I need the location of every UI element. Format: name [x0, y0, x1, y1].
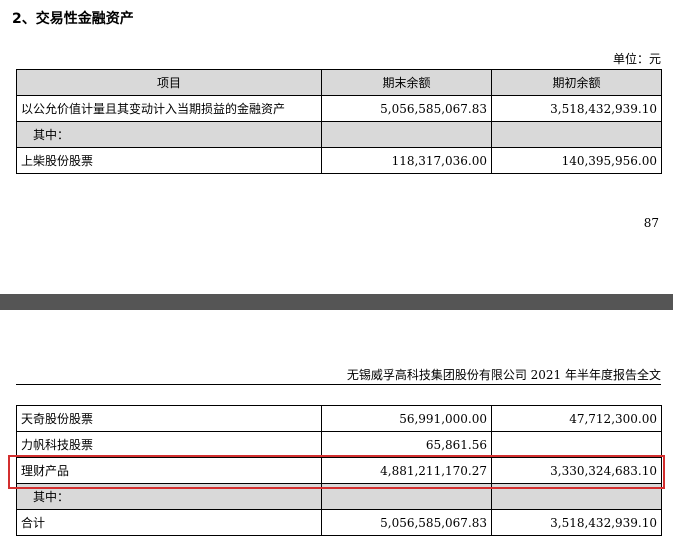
row-item: 其中： [16, 121, 322, 148]
header-item: 项目 [16, 69, 322, 96]
row-end-balance: 5,056,585,067.83 [321, 509, 492, 536]
row-item: 合计 [16, 509, 322, 536]
table-header-row: 项目 期末余额 期初余额 [16, 69, 662, 96]
table-total-row: 合计 5,056,585,067.83 3,518,432,939.10 [16, 509, 662, 536]
page-number: 87 [643, 216, 659, 230]
row-item: 上柴股份股票 [16, 147, 322, 174]
row-begin-balance [491, 431, 662, 458]
row-begin-balance: 47,712,300.00 [491, 405, 662, 432]
row-end-balance: 5,056,585,067.83 [321, 95, 492, 122]
document-title: 无锡威孚高科技集团股份有限公司 2021 年半年度报告全文 [346, 368, 661, 382]
row-begin-balance: 3,518,432,939.10 [491, 95, 662, 122]
table-row: 其中： [16, 121, 662, 148]
row-begin-balance [491, 121, 662, 148]
table-row: 以公允价值计量且其变动计入当期损益的金融资产 5,056,585,067.83 … [16, 95, 662, 122]
financial-assets-table-top: 项目 期末余额 期初余额 以公允价值计量且其变动计入当期损益的金融资产 5,05… [16, 69, 662, 174]
header-rule [16, 384, 661, 385]
table-row: 上柴股份股票 118,317,036.00 140,395,956.00 [16, 147, 662, 174]
highlight-box [8, 455, 665, 489]
row-end-balance [321, 121, 492, 148]
row-end-balance: 118,317,036.00 [321, 147, 492, 174]
row-item: 天奇股份股票 [16, 405, 322, 432]
page-break-divider [0, 294, 673, 310]
section-heading: 2、交易性金融资产 [12, 11, 134, 27]
row-end-balance: 56,991,000.00 [321, 405, 492, 432]
row-item: 力帆科技股票 [16, 431, 322, 458]
row-begin-balance: 140,395,956.00 [491, 147, 662, 174]
row-begin-balance: 3,518,432,939.10 [491, 509, 662, 536]
table-row: 力帆科技股票 65,861.56 [16, 431, 662, 458]
row-item: 以公允价值计量且其变动计入当期损益的金融资产 [16, 95, 322, 122]
table-row: 天奇股份股票 56,991,000.00 47,712,300.00 [16, 405, 662, 432]
row-end-balance: 65,861.56 [321, 431, 492, 458]
unit-label: 单位：元 [612, 52, 661, 66]
header-begin-balance: 期初余额 [491, 69, 662, 96]
header-end-balance: 期末余额 [321, 69, 492, 96]
